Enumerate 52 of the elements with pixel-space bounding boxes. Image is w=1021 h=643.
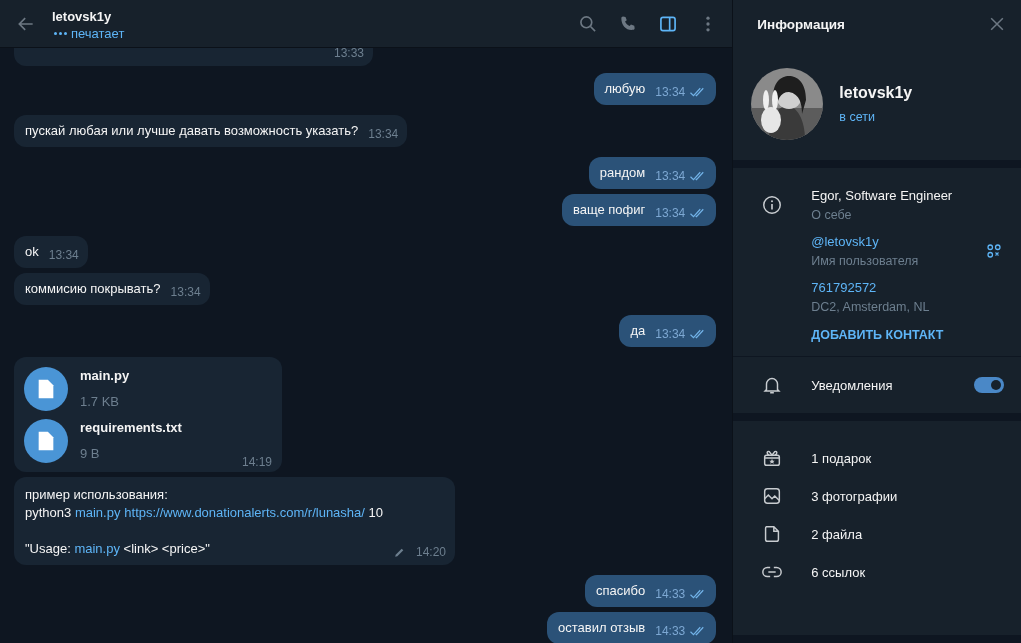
message-text: спасибо [596, 582, 646, 600]
field-label: DC2, Amsterdam, NL [811, 300, 931, 314]
message-time: 13:34 [368, 126, 399, 143]
message-time: 13:34 [655, 205, 686, 222]
message-link[interactable]: https://www.donationalerts.com/r/lunasha/ [124, 505, 365, 520]
message-time: 14:33 [655, 623, 686, 640]
file-name: main.py [80, 367, 130, 385]
info-icon [761, 194, 784, 216]
contact-name: letovsk1y [839, 84, 913, 102]
message-text: оставил отзыв [558, 619, 646, 637]
message-text: ваще пофиг [572, 201, 646, 219]
media-item[interactable]: 3 фотографии [733, 477, 1021, 515]
username-link[interactable]: @letovsk1y [811, 234, 985, 249]
user-id[interactable]: 761792572 [811, 280, 1021, 295]
field-label: Имя пользователя [811, 254, 920, 268]
message-time: 13:34 [170, 284, 201, 301]
message-text: любую [604, 80, 646, 98]
file-name: requirements.txt [80, 419, 182, 437]
search-icon[interactable] [578, 13, 599, 34]
online-status: в сети [839, 110, 876, 124]
message-text: да [630, 322, 646, 340]
message-time: 14:33 [655, 586, 686, 603]
message-time: 13:34 [48, 247, 79, 264]
message-time: 13:34 [655, 84, 686, 101]
file-icon [24, 419, 68, 463]
typing-status: печатает [71, 25, 125, 41]
media-item[interactable]: 2 файла [733, 515, 1021, 553]
add-contact-button[interactable]: ДОБАВИТЬ КОНТАКТ [811, 328, 944, 342]
message-text: пример использования: python3 main.py https://www.donationalerts.com/r/lunasha/ 10 "Usage: main.py <link> <price>" [25, 486, 383, 558]
message-time: 13:33 [334, 48, 365, 62]
message-text: коммисию покрывать? [25, 280, 161, 298]
notifications-label: Уведомления [811, 377, 894, 393]
chat-title: letovsk1y [52, 8, 113, 24]
message-text: ok [25, 243, 39, 261]
message-time: 13:34 [655, 168, 686, 185]
qr-code-icon[interactable] [985, 242, 1003, 260]
message-link[interactable]: main.py [74, 505, 121, 520]
message-time: 14:19 [241, 454, 272, 471]
panel-title: Информация [757, 16, 845, 32]
bio-text: Egor, Software Engineer [811, 188, 954, 203]
message-text: пускай любая или лучше давать возможность указать? [25, 122, 359, 140]
file-size: 9 B [80, 445, 101, 463]
message-text: рандом [599, 164, 646, 182]
message-time: 13:34 [655, 326, 686, 343]
message-link[interactable]: main.py [74, 541, 120, 556]
file-icon [24, 367, 68, 411]
media-item[interactable]: 1 подарок [733, 439, 1021, 477]
file-size: 1.7 KB [80, 393, 121, 411]
notifications-toggle[interactable] [974, 377, 1004, 393]
field-label: О себе [811, 208, 853, 222]
media-item[interactable]: 6 ссылок [733, 553, 1021, 591]
message-time: 14:20 [416, 544, 447, 561]
